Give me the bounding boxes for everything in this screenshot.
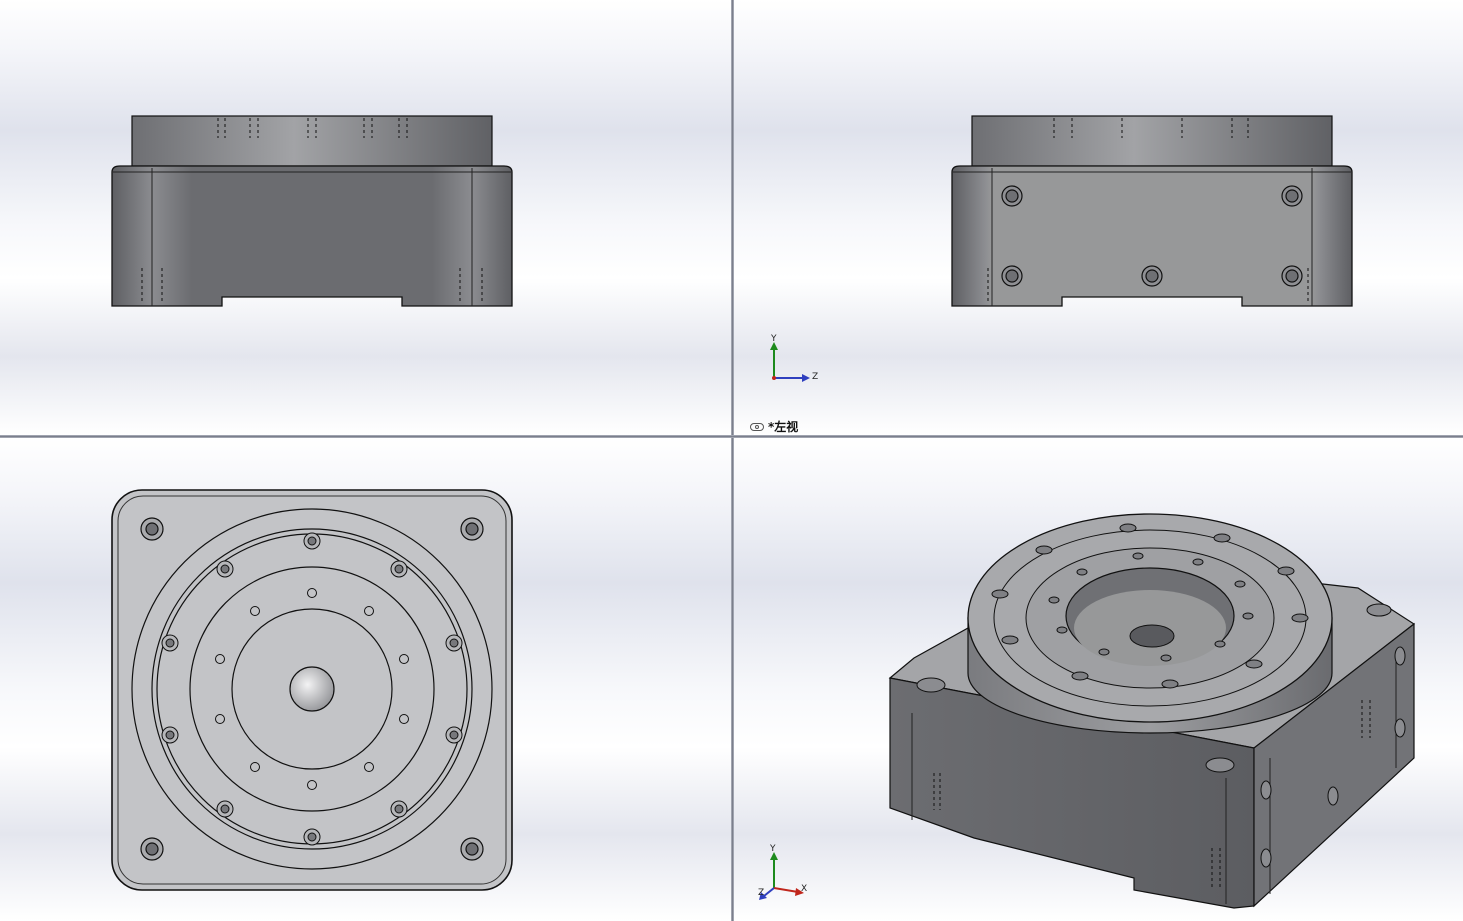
axis-y-label: Y bbox=[771, 334, 777, 344]
axis-triad-left-view: Y Z bbox=[762, 334, 822, 384]
left-view-model bbox=[951, 115, 1353, 307]
link-icon bbox=[750, 422, 764, 431]
view-name-label: *左视 bbox=[750, 418, 798, 435]
viewport-top[interactable] bbox=[0, 438, 731, 921]
viewport-front[interactable] bbox=[0, 0, 731, 435]
axis-z-label: Z bbox=[758, 888, 765, 898]
view-name-text: *左视 bbox=[768, 420, 799, 434]
top-view-model bbox=[111, 489, 513, 891]
axis-z-label: Z bbox=[812, 372, 819, 382]
front-view-model bbox=[111, 115, 513, 307]
viewport-splitter-vertical[interactable] bbox=[731, 0, 734, 921]
axis-x-label: X bbox=[801, 884, 808, 894]
axis-triad-iso-view: Y Z X bbox=[758, 844, 818, 900]
axis-y-label: Y bbox=[770, 844, 776, 854]
viewport-splitter-horizontal[interactable] bbox=[0, 435, 1463, 438]
viewport-isometric[interactable]: Y Z X bbox=[734, 438, 1463, 921]
isometric-view-model bbox=[888, 513, 1416, 909]
viewport-left[interactable]: Y Z *左视 bbox=[734, 0, 1463, 435]
